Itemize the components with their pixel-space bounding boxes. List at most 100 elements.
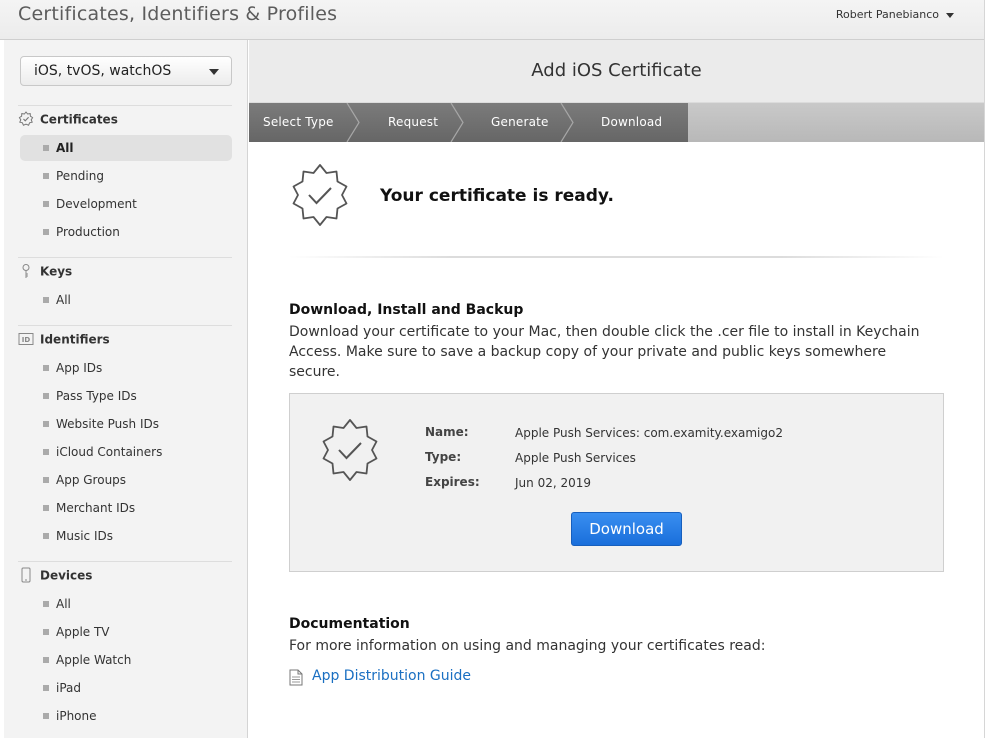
section-identifiers: ID Identifiers — [18, 332, 110, 352]
id-icon: ID — [18, 332, 34, 345]
cert-type-label: Type: — [425, 450, 462, 464]
divider — [18, 105, 232, 106]
divider — [18, 325, 232, 326]
bullet — [43, 421, 49, 427]
section-certificates: Certificates — [18, 110, 118, 132]
bullet — [43, 173, 49, 179]
window-edge — [984, 0, 1004, 738]
cert-name-value: Apple Push Services: com.examity.examigo… — [515, 426, 783, 440]
bullet — [43, 229, 49, 235]
platform-select[interactable]: iOS, tvOS, watchOS — [20, 56, 232, 86]
sidebar-item-label: Pass Type IDs — [56, 389, 137, 403]
document-icon — [289, 669, 303, 686]
sidebar-item-certificates-development[interactable]: Development — [20, 191, 232, 217]
bullet — [43, 601, 49, 607]
sidebar: iOS, tvOS, watchOS Certificates All Pend… — [4, 40, 248, 738]
install-heading: Download, Install and Backup — [289, 302, 524, 318]
top-bar: Certificates, Identifiers & Profiles Rob… — [0, 0, 1004, 40]
sidebar-item-label: iCloud Containers — [56, 445, 163, 459]
divider — [18, 257, 232, 258]
cert-expires-value: Jun 02, 2019 — [515, 476, 592, 490]
sidebar-item-label: App IDs — [56, 361, 103, 375]
ready-message: Your certificate is ready. — [380, 186, 614, 206]
step-separator — [450, 103, 464, 142]
bullet — [43, 449, 49, 455]
section-devices: Devices — [18, 567, 93, 588]
cert-name-label: Name: — [425, 425, 469, 439]
sidebar-item-label: Website Push IDs — [56, 417, 159, 431]
certificate-icon — [18, 110, 34, 126]
certificate-badge-icon — [322, 419, 378, 481]
documentation-heading: Documentation — [289, 616, 410, 632]
site-title: Certificates, Identifiers & Profiles — [18, 3, 338, 25]
user-menu[interactable]: Robert Panebianco — [836, 8, 954, 21]
bullet — [43, 533, 49, 539]
step-request: Request — [388, 115, 439, 129]
sidebar-item-label: Development — [56, 197, 137, 211]
section-identifiers-label: Identifiers — [40, 332, 110, 347]
step-download: Download — [601, 115, 663, 129]
divider — [18, 561, 232, 562]
bullet — [43, 297, 49, 303]
sidebar-item-iphone[interactable]: iPhone — [20, 703, 232, 729]
bullet — [43, 713, 49, 719]
bullet — [43, 657, 49, 663]
step-select-type: Select Type — [263, 115, 334, 129]
sidebar-item-label: Pending — [56, 169, 104, 183]
sidebar-item-app-groups[interactable]: App Groups — [20, 467, 232, 493]
user-name: Robert Panebianco — [835, 8, 939, 21]
step-generate: Generate — [491, 115, 549, 129]
download-button[interactable]: Download — [571, 512, 682, 546]
app-distribution-guide-link-text: App Distribution Guide — [312, 668, 472, 684]
sidebar-item-label: Music IDs — [56, 529, 113, 543]
cert-expires-label: Expires: — [425, 475, 480, 489]
certificate-details-panel: Name: Apple Push Services: com.examity.e… — [289, 393, 944, 572]
sidebar-item-website-push-ids[interactable]: Website Push IDs — [20, 411, 232, 437]
divider — [289, 256, 944, 258]
bullet — [43, 365, 49, 371]
sidebar-item-keys-all[interactable]: All — [20, 287, 232, 313]
bullet — [43, 145, 49, 151]
sidebar-item-pass-type-ids[interactable]: Pass Type IDs — [20, 383, 232, 409]
chevron-down-icon — [946, 12, 954, 18]
sidebar-item-label: Production — [56, 225, 120, 239]
sidebar-item-label: All — [56, 141, 74, 155]
sidebar-item-apple-watch[interactable]: Apple Watch — [20, 647, 232, 673]
bullet — [43, 201, 49, 207]
bullet — [43, 629, 49, 635]
section-keys: Keys — [18, 263, 73, 284]
sidebar-item-label: Apple Watch — [56, 653, 132, 667]
sidebar-item-certificates-all[interactable]: All — [20, 135, 232, 161]
sidebar-item-label: All — [56, 597, 71, 611]
sidebar-item-devices-all[interactable]: All — [20, 591, 232, 617]
sidebar-item-apple-tv[interactable]: Apple TV — [20, 619, 232, 645]
sidebar-item-certificates-pending[interactable]: Pending — [20, 163, 232, 189]
sidebar-item-music-ids[interactable]: Music IDs — [20, 523, 232, 549]
sidebar-item-label: Merchant IDs — [56, 501, 136, 515]
svg-text:ID: ID — [22, 336, 31, 344]
sidebar-item-label: iPad — [56, 681, 82, 695]
sidebar-item-merchant-ids[interactable]: Merchant IDs — [20, 495, 232, 521]
key-icon — [22, 263, 30, 278]
chevron-down-icon — [209, 69, 219, 75]
sidebar-item-icloud-containers[interactable]: iCloud Containers — [20, 439, 232, 465]
sidebar-item-label: iPhone — [56, 709, 97, 723]
bullet — [43, 393, 49, 399]
bullet — [43, 477, 49, 483]
sidebar-item-app-ids[interactable]: App IDs — [20, 355, 232, 381]
step-separator — [346, 103, 360, 142]
section-keys-label: Keys — [40, 264, 73, 279]
sidebar-item-certificates-production[interactable]: Production — [20, 219, 232, 245]
cert-type-value: Apple Push Services — [515, 451, 636, 465]
documentation-description: For more information on using and managi… — [289, 638, 766, 654]
sidebar-item-ipad[interactable]: iPad — [20, 675, 232, 701]
platform-select-value: iOS, tvOS, watchOS — [34, 63, 172, 79]
page-title: Add iOS Certificate — [249, 40, 984, 103]
install-description: Download your certificate to your Mac, t… — [289, 324, 920, 380]
section-devices-label: Devices — [40, 568, 93, 583]
step-progress-bar: Select Type Request Generate Download — [249, 103, 984, 142]
section-certificates-label: Certificates — [40, 112, 118, 127]
sidebar-item-label: Apple TV — [56, 625, 110, 639]
bullet — [43, 685, 49, 691]
step-separator — [560, 103, 574, 142]
